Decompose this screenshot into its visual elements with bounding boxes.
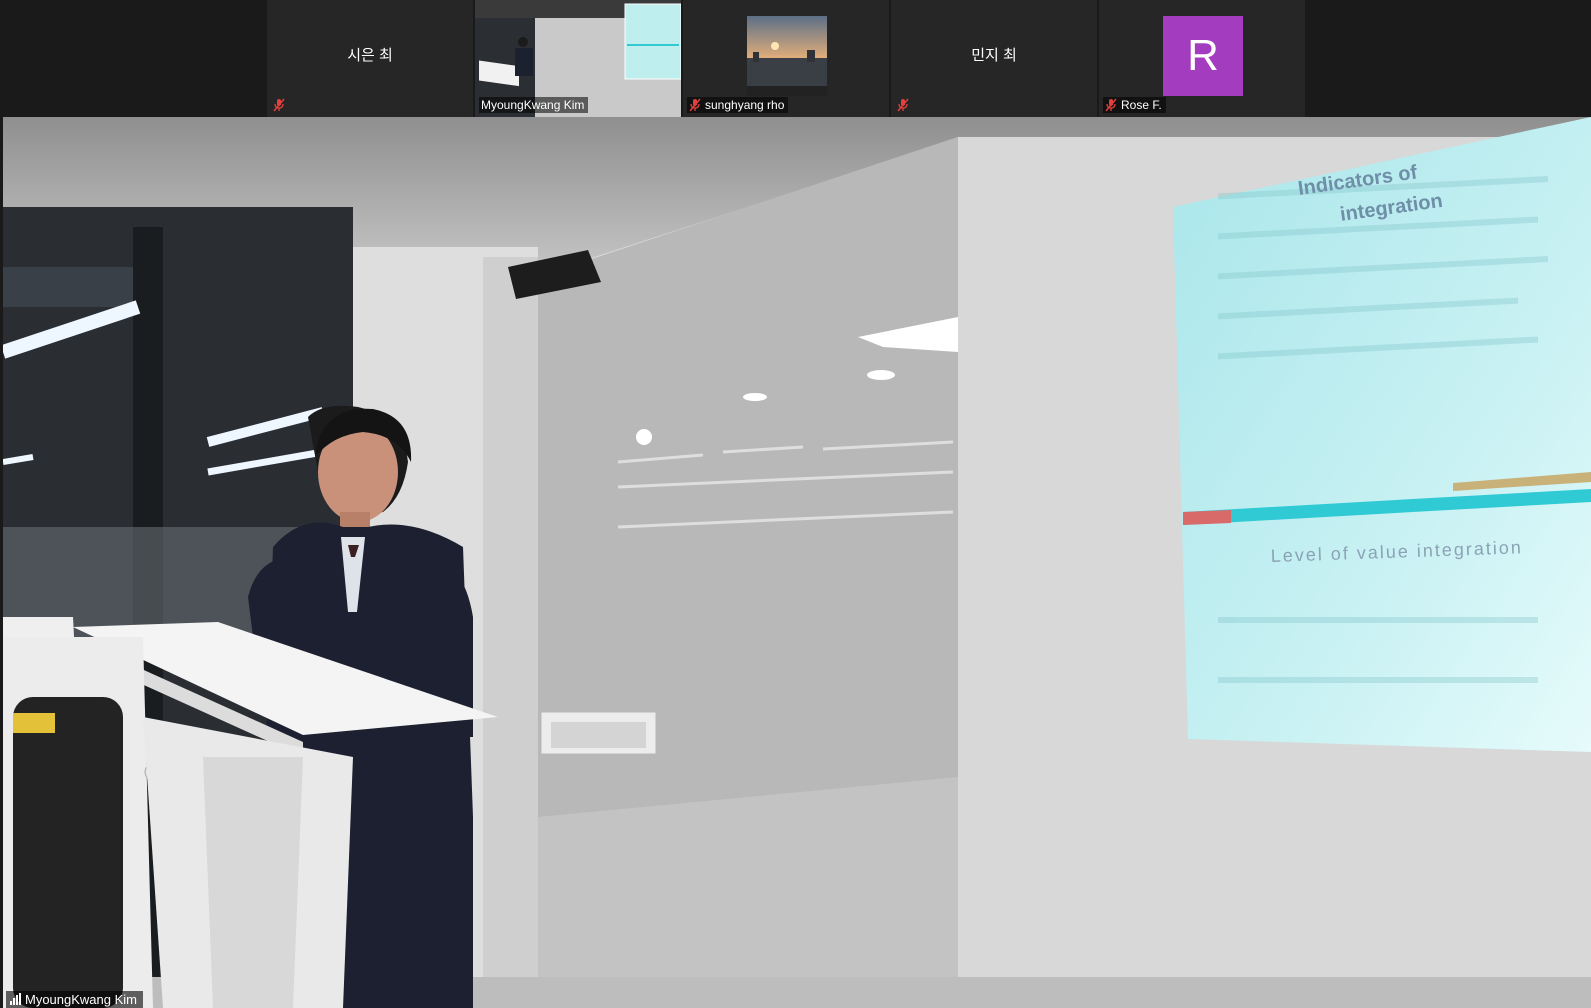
participant-label (895, 97, 913, 113)
participant-tile-5[interactable]: R Rose F. (1099, 0, 1305, 117)
participant-label: Rose F. (1103, 97, 1166, 113)
participant-name: Rose F. (1121, 98, 1162, 112)
participant-tile-3[interactable]: sunghyang rho (683, 0, 889, 117)
participant-name: MyoungKwang Kim (481, 98, 585, 112)
speaker-label: MyoungKwang Kim (6, 991, 143, 1008)
signal-strength-icon (10, 993, 21, 1005)
participant-name: 시은 최 (347, 47, 393, 64)
speaker-name: MyoungKwang Kim (25, 992, 137, 1007)
participant-label (271, 97, 289, 113)
participant-tile-2[interactable]: MyoungKwang Kim (475, 0, 681, 117)
participant-label: MyoungKwang Kim (479, 97, 589, 113)
microphone-muted-icon (1105, 98, 1117, 112)
main-speaker-video[interactable]: Indicators of integration Level of value… (3, 117, 1591, 1008)
participant-label: sunghyang rho (687, 97, 789, 113)
participant-strip: 시은 최 MyoungKwang Kim sunghyang rho 민지 최 … (0, 0, 1591, 117)
profile-photo (747, 16, 827, 96)
microphone-muted-icon (689, 98, 701, 112)
microphone-muted-icon (273, 98, 285, 112)
participant-name: 민지 최 (971, 47, 1017, 64)
participant-tile-4[interactable]: 민지 최 (891, 0, 1097, 117)
avatar: R (1163, 16, 1243, 96)
microphone-muted-icon (897, 98, 909, 112)
participant-tile-1[interactable]: 시은 최 (267, 0, 473, 117)
speaker-scene: Indicators of integration Level of value… (3, 117, 1591, 1008)
participant-name: sunghyang rho (705, 98, 785, 112)
